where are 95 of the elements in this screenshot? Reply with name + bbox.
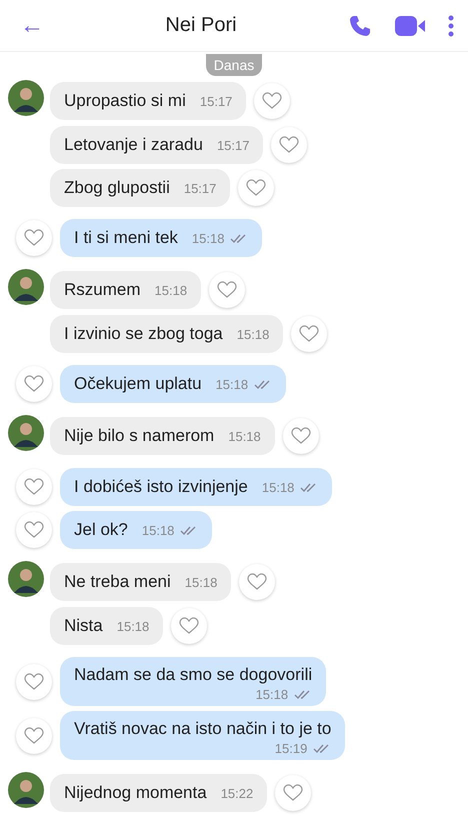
like-button[interactable] [16, 469, 52, 505]
heart-icon [299, 325, 320, 343]
avatar-icon[interactable] [8, 269, 44, 305]
heart-icon [24, 672, 44, 690]
heart-icon [24, 229, 44, 247]
heart-icon [217, 280, 238, 298]
heart-icon [247, 572, 268, 590]
message-text: I dobićeš isto izvinjenje [74, 477, 248, 497]
like-button[interactable] [282, 418, 319, 454]
message-bubble[interactable]: Letovanje i zaradu 15:17 [50, 126, 264, 164]
message-time: 15:18 [142, 523, 174, 538]
avatar-icon[interactable] [8, 772, 44, 808]
message-text: Nadam se da smo se dogovorili [74, 665, 312, 685]
phone-icon [348, 14, 372, 38]
message-text: Očekujem uplatu [74, 374, 202, 394]
double-check-icon [230, 234, 248, 244]
message-bubble[interactable]: Nadam se da smo se dogovorili 15:18 [60, 657, 326, 706]
double-check-icon [300, 482, 318, 492]
message-bubble[interactable]: I dobićeš isto izvinjenje 15:18 [60, 468, 332, 506]
like-button[interactable] [16, 512, 52, 548]
message-time: 15:18 [184, 574, 218, 590]
message-time: 15:18 [216, 377, 248, 392]
message-text: Letovanje i zaradu [64, 135, 203, 155]
back-button[interactable]: ← [18, 12, 46, 40]
message-text: Nijednog momenta [64, 782, 207, 802]
video-camera-icon [394, 14, 426, 38]
message-time: 15:18 [236, 327, 270, 342]
message-time: 15:17 [200, 94, 232, 108]
message-time: 15:17 [184, 181, 216, 196]
message-time: 15:22 [220, 786, 254, 800]
message-bubble[interactable]: Rszumem 15:18 [50, 270, 202, 308]
heart-icon [24, 726, 44, 744]
message-time: 15:18 [154, 282, 188, 298]
call-button[interactable] [348, 14, 372, 38]
double-check-icon [313, 744, 332, 754]
message-text: Rszumem [64, 280, 141, 300]
message-text: Jel ok? [74, 520, 128, 540]
message-time: 15:18 [256, 687, 288, 702]
avatar-icon[interactable] [8, 80, 44, 116]
like-button[interactable] [209, 272, 246, 308]
like-button[interactable] [171, 608, 208, 644]
message-bubble[interactable]: Ne treba meni 15:18 [50, 562, 232, 600]
message-text: Vratiš novac na isto način i to je to [74, 719, 332, 739]
heart-icon [246, 179, 266, 197]
message-text: Nista [64, 616, 103, 636]
like-button[interactable] [238, 170, 274, 206]
double-check-icon [294, 690, 312, 700]
like-button[interactable] [16, 366, 52, 402]
heart-icon [279, 136, 300, 154]
message-time: 15:19 [274, 741, 308, 756]
message-bubble[interactable]: I izvinio se zbog toga 15:18 [50, 315, 284, 353]
like-button[interactable] [275, 774, 312, 810]
heart-icon [283, 784, 304, 802]
like-button[interactable] [254, 82, 290, 118]
message-time: 15:18 [262, 480, 294, 495]
video-call-button[interactable] [394, 14, 426, 38]
double-check-icon [254, 380, 272, 390]
like-button[interactable] [271, 127, 308, 163]
chat-title: Nei Pori [164, 14, 238, 37]
like-button[interactable] [291, 316, 328, 352]
message-bubble[interactable]: Zbog glupostii 15:17 [50, 169, 230, 207]
like-button[interactable] [16, 718, 52, 754]
heart-icon [24, 478, 44, 496]
avatar-icon[interactable] [8, 561, 44, 597]
message-bubble[interactable]: Nijednog momenta 15:22 [50, 774, 268, 812]
message-text: I ti si meni tek [74, 228, 178, 248]
like-button[interactable] [16, 220, 52, 256]
message-time: 15:17 [216, 138, 250, 153]
heart-icon [262, 92, 282, 110]
message-text: Zbog glupostii [64, 178, 170, 198]
heart-icon [24, 375, 44, 393]
heart-icon [24, 521, 44, 539]
message-time: 15:18 [192, 231, 224, 246]
message-bubble[interactable]: Jel ok? 15:18 [60, 511, 212, 549]
message-text: Nije bilo s namerom [64, 426, 214, 446]
heart-icon [179, 617, 200, 635]
message-bubble[interactable]: Nije bilo s namerom 15:18 [50, 416, 275, 454]
message-text: I izvinio se zbog toga [64, 324, 223, 344]
message-bubble[interactable]: Vratiš novac na isto način i to je to 15:19 [60, 711, 346, 760]
message-text: Ne treba meni [64, 572, 171, 592]
message-time: 15:18 [228, 428, 261, 444]
heart-icon [290, 426, 311, 444]
menu-button[interactable] [448, 14, 454, 36]
message-text: Upropastio si mi [64, 90, 186, 110]
message-bubble[interactable]: Upropastio si mi 15:17 [50, 82, 246, 120]
message-time: 15:18 [116, 619, 150, 634]
date-badge: Danas [206, 54, 262, 76]
like-button[interactable] [16, 664, 52, 700]
message-bubble[interactable]: Očekujem uplatu 15:18 [60, 365, 286, 403]
double-check-icon [180, 526, 198, 536]
more-icon [448, 14, 454, 36]
avatar-icon[interactable] [8, 415, 44, 451]
like-button[interactable] [239, 564, 276, 600]
message-bubble[interactable]: Nista 15:18 [50, 607, 164, 645]
message-bubble[interactable]: I ti si meni tek 15:18 [60, 219, 262, 257]
